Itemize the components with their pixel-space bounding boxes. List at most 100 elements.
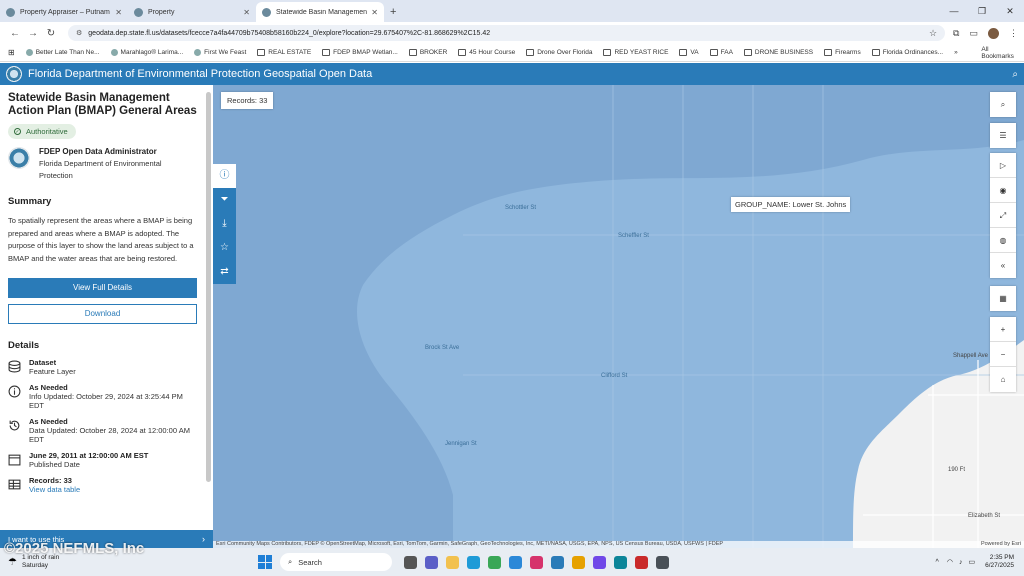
detail-key: As Needed bbox=[29, 417, 68, 426]
wifi-icon[interactable]: ◠ bbox=[947, 558, 953, 566]
download-button[interactable]: Download bbox=[8, 304, 197, 324]
chevron-up-icon[interactable]: ^ bbox=[936, 559, 939, 566]
map-tools-group-3: ▷ ◉ ⤢ ◍ « bbox=[990, 153, 1016, 278]
view-full-details-button[interactable]: View Full Details bbox=[8, 278, 197, 298]
store-icon[interactable] bbox=[509, 555, 522, 569]
attribute-table-icon[interactable]: ▦ bbox=[990, 286, 1016, 311]
task-view-icon[interactable] bbox=[404, 555, 417, 569]
tab-property-appraiser[interactable]: Property Appraiser – Putnam C ✕ bbox=[0, 2, 128, 22]
tab-statewide-basin[interactable]: Statewide Basin Management A ✕ bbox=[256, 2, 384, 22]
app-icon[interactable] bbox=[593, 555, 606, 569]
tab-property[interactable]: Property ✕ bbox=[128, 2, 256, 22]
close-icon[interactable]: ✕ bbox=[115, 8, 122, 17]
street-label: Jennigan St bbox=[445, 441, 477, 447]
fdep-seal-icon[interactable] bbox=[6, 66, 22, 82]
home-icon[interactable]: ⌂ bbox=[990, 367, 1016, 392]
bookmark-folder[interactable]: FAA bbox=[709, 49, 733, 56]
close-icon[interactable]: ✕ bbox=[371, 8, 378, 17]
app-title[interactable]: Florida Department of Environmental Prot… bbox=[28, 68, 372, 80]
app-icon[interactable] bbox=[635, 555, 648, 569]
bookmark-folder[interactable]: DRONE BUSINESS bbox=[743, 49, 813, 56]
close-window-icon[interactable]: ✕ bbox=[996, 0, 1024, 22]
favorite-star-icon[interactable]: ☆ bbox=[213, 236, 236, 260]
site-info-icon[interactable]: ⚙ bbox=[76, 29, 82, 37]
view-data-table-link[interactable]: View data table bbox=[29, 485, 80, 494]
apps-grid-icon[interactable]: ⊞ bbox=[8, 48, 15, 57]
side-panel-icon[interactable]: ▭ bbox=[969, 28, 978, 39]
edge-icon[interactable] bbox=[467, 555, 480, 569]
app-icon[interactable] bbox=[656, 555, 669, 569]
file-explorer-icon[interactable] bbox=[446, 555, 459, 569]
app-icon[interactable] bbox=[614, 555, 627, 569]
taskbar-search[interactable]: ⌕ Search bbox=[280, 553, 392, 571]
locate-icon[interactable]: ◉ bbox=[990, 178, 1016, 203]
chevron-right-icon: › bbox=[202, 534, 205, 544]
table-icon bbox=[8, 479, 21, 490]
play-icon[interactable]: ▷ bbox=[990, 153, 1016, 178]
download-icon[interactable]: ⤓ bbox=[213, 212, 236, 236]
app-icon[interactable] bbox=[530, 555, 543, 569]
check-circle-icon: ✓ bbox=[14, 128, 21, 135]
share-icon[interactable]: ⇄ bbox=[213, 260, 236, 284]
bookmark-folder[interactable]: VA bbox=[679, 49, 699, 56]
detail-value: Data Updated: October 28, 2024 at 12:00:… bbox=[29, 426, 190, 444]
bookmark-star-icon[interactable]: ☆ bbox=[929, 28, 937, 39]
site-favicon-icon bbox=[262, 7, 271, 17]
bookmark-folder[interactable]: FDEP BMAP Wetlan... bbox=[322, 49, 398, 56]
battery-icon[interactable]: ▭ bbox=[968, 558, 975, 566]
reload-icon[interactable]: ↻ bbox=[42, 28, 60, 39]
extensions-icon[interactable]: ⧉ bbox=[953, 28, 959, 39]
detail-value: Info Updated: October 29, 2024 at 3:25:4… bbox=[29, 392, 183, 410]
layer-list-icon[interactable]: ☰ bbox=[990, 123, 1016, 148]
database-icon bbox=[8, 360, 21, 373]
info-icon[interactable]: ⓘ bbox=[213, 164, 236, 188]
bookmark-folder[interactable]: 45 Hour Course bbox=[458, 49, 515, 56]
bookmark-folder[interactable]: REAL ESTATE bbox=[257, 49, 311, 56]
volume-icon[interactable]: ♪ bbox=[959, 559, 963, 566]
street-label: 190 Ft bbox=[948, 467, 966, 473]
window-controls: — ❐ ✕ bbox=[940, 0, 1024, 22]
powered-by-esri[interactable]: Powered by Esri bbox=[981, 541, 1021, 548]
folder-icon bbox=[322, 49, 331, 56]
back-icon[interactable]: ← bbox=[6, 28, 24, 39]
map-search-icon[interactable]: ⌕ bbox=[990, 92, 1016, 117]
bookmark-folder[interactable]: Drone Over Florida bbox=[526, 49, 592, 56]
start-button[interactable] bbox=[258, 555, 272, 569]
search-icon[interactable]: ⌕ bbox=[1012, 69, 1018, 80]
bookmark-folder[interactable]: Firearms bbox=[824, 49, 861, 56]
minimize-icon[interactable]: — bbox=[940, 0, 968, 22]
street-label: Brock St Ave bbox=[425, 345, 460, 351]
filter-icon[interactable]: ⏷ bbox=[213, 188, 236, 212]
bookmark-folder[interactable]: BROKER bbox=[408, 49, 447, 56]
url-bar[interactable]: ⚙ geodata.dep.state.fl.us/datasets/fcecc… bbox=[68, 25, 946, 41]
collapse-icon[interactable]: « bbox=[990, 253, 1016, 278]
bookmark-item[interactable]: First We Feast bbox=[194, 49, 246, 56]
map-view[interactable]: Scheffler St Clifford St Jennigan St Sch… bbox=[213, 85, 1024, 548]
measure-icon[interactable]: ⤢ bbox=[990, 203, 1016, 228]
all-bookmarks-link[interactable]: All Bookmarks bbox=[981, 46, 1016, 60]
globe-icon[interactable]: ◍ bbox=[990, 228, 1016, 253]
zoom-out-icon[interactable]: − bbox=[990, 342, 1016, 367]
bookmark-folder[interactable]: Florida Ordinances... bbox=[871, 49, 943, 56]
clock-date[interactable]: 6/27/2025 bbox=[985, 562, 1014, 570]
authoritative-badge: ✓ Authoritative bbox=[8, 124, 76, 139]
profile-avatar[interactable] bbox=[988, 27, 999, 39]
chrome-icon[interactable] bbox=[488, 555, 501, 569]
app-icon[interactable] bbox=[572, 555, 585, 569]
app-icon[interactable] bbox=[551, 555, 564, 569]
folder-icon bbox=[257, 49, 266, 56]
more-bookmarks-icon[interactable]: » bbox=[954, 49, 958, 56]
bookmark-item[interactable]: Better Late Than Ne... bbox=[25, 49, 100, 56]
panel-scrollbar[interactable] bbox=[206, 92, 211, 482]
zoom-in-icon[interactable]: + bbox=[990, 317, 1016, 342]
maximize-icon[interactable]: ❐ bbox=[968, 0, 996, 22]
close-icon[interactable]: ✕ bbox=[243, 8, 250, 17]
bookmark-item[interactable]: Marahlago® Larima... bbox=[110, 49, 183, 56]
teams-icon[interactable] bbox=[425, 555, 438, 569]
forward-icon[interactable]: → bbox=[24, 28, 42, 39]
menu-icon[interactable]: ⋮ bbox=[1009, 28, 1018, 39]
folder-icon bbox=[824, 49, 833, 56]
clock-time[interactable]: 2:35 PM bbox=[985, 554, 1014, 562]
bookmark-folder[interactable]: RED YEAST RICE bbox=[603, 49, 668, 56]
new-tab-button[interactable]: + bbox=[390, 6, 396, 18]
